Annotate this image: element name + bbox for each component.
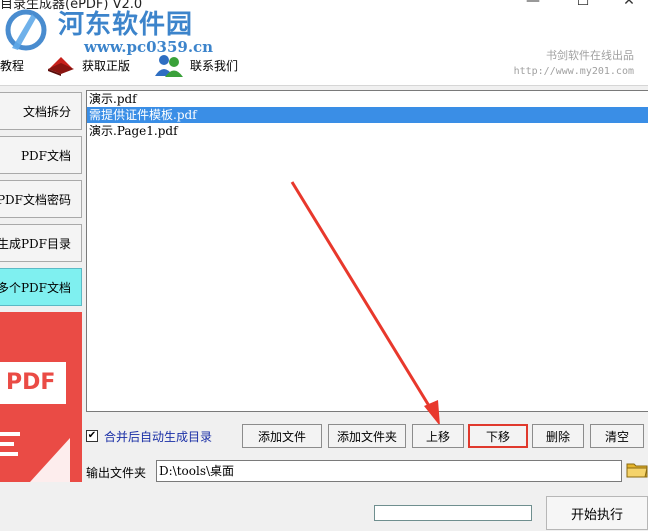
add-file-button[interactable]: 添加文件 <box>242 424 322 448</box>
clear-button[interactable]: 清空 <box>590 424 644 448</box>
sidebar-item-multi-pdf[interactable]: 多个PDF文档 <box>0 268 82 306</box>
sidebar-item-pdf-doc[interactable]: PDF文档 <box>0 136 82 174</box>
pdf-illustration: PDF <box>0 312 82 482</box>
file-list-item[interactable]: 演示.pdf <box>87 91 648 107</box>
folder-icon[interactable] <box>626 458 648 480</box>
add-folder-button[interactable]: 添加文件夹 <box>328 424 406 448</box>
get-genuine-label: 获取正版 <box>82 58 131 73</box>
file-list-item[interactable]: 演示.Page1.pdf <box>87 123 648 139</box>
move-down-button[interactable]: 下移 <box>468 424 528 448</box>
pdf-badge: PDF <box>0 362 66 404</box>
get-genuine-button[interactable]: 获取正版 <box>46 54 130 76</box>
check-mark-icon: ✔ <box>87 430 97 441</box>
move-up-button[interactable]: 上移 <box>412 424 464 448</box>
sidebar-item-pdf-password[interactable]: PDF文档密码 <box>0 180 82 218</box>
sidebar-item-split[interactable]: 文档拆分 <box>0 92 82 130</box>
progress-bar <box>374 505 532 521</box>
output-folder-label: 输出文件夹 <box>86 466 147 480</box>
brand-url[interactable]: http://www.my201.com <box>514 64 634 80</box>
close-button[interactable]: ✕ <box>606 0 648 14</box>
brand-info: 书剑软件在线出品 http://www.my201.com <box>514 48 634 80</box>
file-list-item-selected[interactable]: 需提供证件模板.pdf <box>87 107 648 123</box>
contact-us-button[interactable]: 联系我们 <box>152 54 239 77</box>
tutorial-label: 教程 <box>0 58 25 73</box>
merge-checkbox[interactable]: ✔ <box>86 430 98 442</box>
tutorial-button[interactable]: 教程 <box>0 54 24 76</box>
contact-people-icon <box>155 55 183 77</box>
watermark-url: www.pc0359.cn <box>84 38 214 56</box>
brand-name: 书剑软件在线出品 <box>546 49 634 62</box>
watermark-title: 河东软件园 <box>58 10 194 40</box>
red-hat-icon <box>48 57 74 76</box>
sidebar-item-generate-toc[interactable]: 生成PDF目录 <box>0 224 82 262</box>
minimize-button[interactable]: — <box>510 0 556 14</box>
file-list[interactable]: 演示.pdf 需提供证件模板.pdf 演示.Page1.pdf <box>86 90 648 412</box>
output-folder-input[interactable]: D:\tools\桌面 <box>156 460 622 482</box>
watermark-logo <box>5 9 47 51</box>
start-button[interactable]: 开始执行 <box>546 496 648 530</box>
merge-label: 合并后自动生成目录 <box>104 429 213 444</box>
delete-button[interactable]: 删除 <box>532 424 584 448</box>
merge-option[interactable]: ✔ 合并后自动生成目录 <box>86 428 212 444</box>
contact-us-label: 联系我们 <box>190 58 239 73</box>
maximize-button[interactable]: ☐ <box>560 0 606 14</box>
document-lines-icon <box>0 432 70 482</box>
